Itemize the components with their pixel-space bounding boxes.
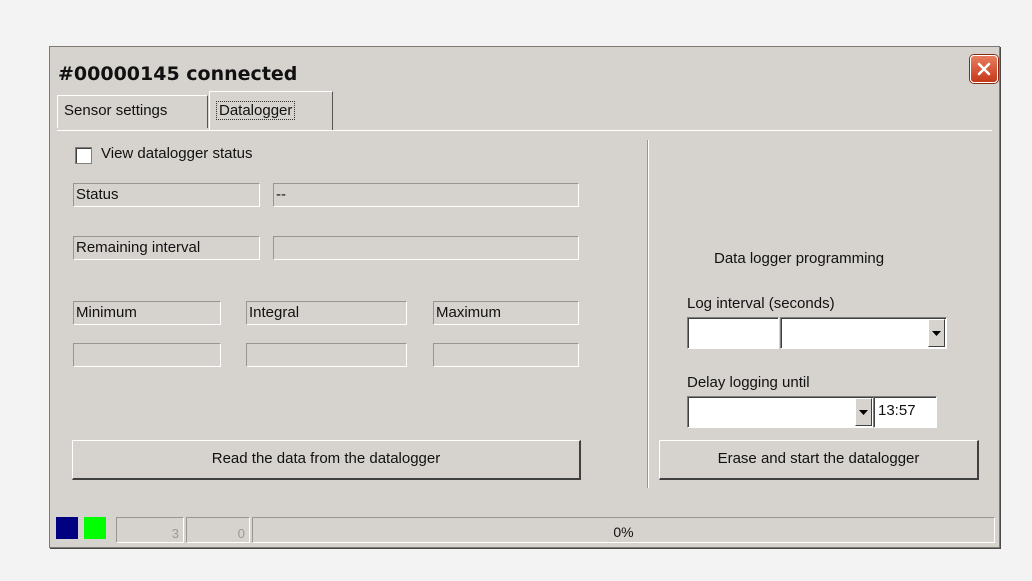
delay-date-select[interactable] bbox=[687, 396, 874, 428]
chevron-down-icon bbox=[859, 409, 868, 415]
tab-label: Sensor settings bbox=[64, 102, 168, 119]
progress-bar: 0% bbox=[252, 517, 995, 543]
maximum-label: Maximum bbox=[433, 301, 579, 325]
status-count-2: 0 bbox=[186, 517, 250, 543]
status-value: -- bbox=[273, 183, 579, 207]
progress-text: 0% bbox=[613, 524, 634, 540]
status-indicator-blue bbox=[56, 517, 78, 539]
remaining-interval-label: Remaining interval bbox=[73, 236, 260, 260]
window-title: #00000145 connected bbox=[58, 63, 298, 85]
status-label: Status bbox=[73, 183, 260, 207]
main-window: #00000145 connected Sensor settings Data… bbox=[49, 46, 1000, 548]
log-interval-dropdown-button[interactable] bbox=[928, 319, 945, 347]
read-data-button[interactable]: Read the data from the datalogger bbox=[72, 440, 581, 480]
delay-date-dropdown-button[interactable] bbox=[855, 398, 872, 426]
log-interval-unit-select[interactable] bbox=[780, 317, 947, 349]
status-count-1: 3 bbox=[116, 517, 184, 543]
log-interval-label: Log interval (seconds) bbox=[687, 295, 835, 312]
delay-logging-label: Delay logging until bbox=[687, 374, 810, 391]
erase-start-button[interactable]: Erase and start the datalogger bbox=[659, 440, 979, 480]
maximum-value bbox=[433, 343, 579, 367]
close-button[interactable] bbox=[970, 55, 998, 83]
status-indicator-green bbox=[84, 517, 106, 539]
remaining-interval-value bbox=[273, 236, 579, 260]
delay-time-input[interactable]: 13:57 bbox=[873, 396, 937, 428]
chevron-down-icon bbox=[932, 330, 941, 336]
log-interval-input[interactable] bbox=[687, 317, 779, 349]
minimum-label: Minimum bbox=[73, 301, 221, 325]
vertical-divider bbox=[647, 140, 649, 488]
view-status-label: View datalogger status bbox=[101, 145, 253, 162]
tab-sensor-settings[interactable]: Sensor settings bbox=[57, 95, 208, 128]
tab-label: Datalogger bbox=[216, 101, 296, 120]
title-bar: #00000145 connected bbox=[50, 47, 999, 91]
minimum-value bbox=[73, 343, 221, 367]
view-status-checkbox[interactable] bbox=[75, 147, 92, 164]
status-bar: 3 0 0% bbox=[50, 515, 999, 547]
programming-heading: Data logger programming bbox=[714, 250, 885, 267]
close-icon bbox=[977, 62, 991, 76]
integral-label: Integral bbox=[246, 301, 407, 325]
integral-value bbox=[246, 343, 407, 367]
tab-datalogger[interactable]: Datalogger bbox=[209, 91, 333, 130]
